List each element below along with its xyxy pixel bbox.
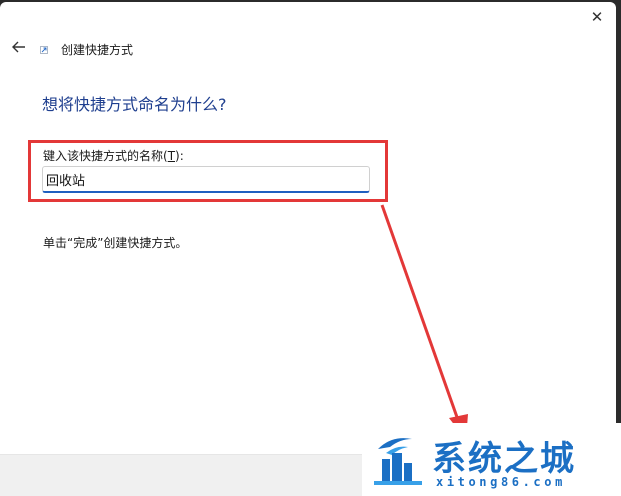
back-button[interactable]: [11, 39, 27, 55]
label-suffix: ):: [175, 149, 184, 163]
close-icon: ✕: [590, 8, 604, 26]
watermark-domain: xitong86.com: [436, 475, 566, 489]
shortcut-name-input[interactable]: [42, 166, 370, 193]
page-heading: 想将快捷方式命名为什么?: [42, 95, 227, 114]
watermark-brand: 系统之城: [432, 439, 576, 479]
label-prefix: 键入该快捷方式的名称(: [43, 149, 168, 163]
instruction-text: 单击“完成”创建快捷方式。: [43, 236, 188, 250]
wizard-title: 创建快捷方式: [61, 43, 134, 57]
shortcut-name-label: 键入该快捷方式的名称(T):: [43, 147, 184, 164]
shortcut-wizard-icon: [40, 46, 48, 54]
back-arrow-icon: [12, 41, 25, 53]
create-shortcut-window: ✕ 创建快捷方式 想将快捷方式命名为什么? 键入该快捷方式的名称(T): 单击“…: [0, 2, 616, 496]
city-logo-icon: [374, 438, 422, 485]
label-hotkey: T: [167, 149, 176, 163]
close-button[interactable]: ✕: [586, 6, 608, 28]
watermark: 系统之城 xitong86.com: [362, 423, 621, 496]
